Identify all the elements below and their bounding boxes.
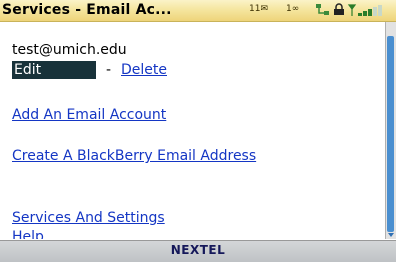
add-email-account-link[interactable]: Add An Email Account	[12, 107, 166, 123]
title-bar: Services - Email Ac... 11✉ 1∞	[0, 0, 396, 22]
account-email: test@umich.edu	[12, 42, 127, 58]
delete-link[interactable]: Delete	[121, 62, 167, 78]
edit-button[interactable]: Edit	[12, 61, 96, 79]
lock-icon	[333, 3, 345, 17]
help-link[interactable]: Help	[12, 229, 44, 239]
scroll-down-icon	[388, 233, 394, 237]
network-icon	[315, 3, 331, 17]
services-settings-link[interactable]: Services And Settings	[12, 210, 165, 226]
email-account-list: test@umich.edu Edit - Delete Add An Emai…	[0, 22, 386, 239]
mail-count: 11✉	[249, 4, 268, 14]
page-title: Services - Email Ac...	[2, 2, 172, 18]
signal-icon	[347, 3, 383, 17]
separator: -	[106, 62, 112, 78]
create-blackberry-address-link[interactable]: Create A BlackBerry Email Address	[12, 148, 256, 164]
edit-label: Edit	[14, 62, 42, 78]
voicemail-count: 1∞	[286, 4, 300, 14]
scroll-thumb[interactable]	[387, 36, 394, 232]
scrollbar[interactable]	[385, 22, 396, 239]
carrier-name: NEXTEL	[170, 243, 226, 257]
carrier-bar: NEXTEL	[0, 240, 396, 262]
